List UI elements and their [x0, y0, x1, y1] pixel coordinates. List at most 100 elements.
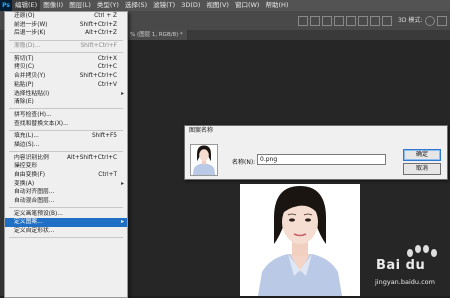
pattern-name-input[interactable]: 0.png — [257, 154, 386, 165]
menu-item-shortcut: Ctrl+T — [98, 172, 117, 178]
align-center-icon[interactable] — [310, 16, 320, 26]
edit-menu-item[interactable]: 自由变换(F) Ctrl+T — [5, 171, 127, 180]
menu-item-label: 自动对齐图层... — [14, 189, 55, 196]
menu-separator — [9, 129, 123, 131]
menu-item-label: 描边(S)... — [14, 141, 40, 148]
menu-item-label: 还原(O) — [14, 13, 35, 19]
watermark-url: jingyan.baidu.com — [375, 278, 435, 286]
menu-item-label: 查找和替换文本(X)... — [14, 120, 69, 127]
ok-button[interactable]: 确定 — [403, 149, 441, 161]
menu-item-shortcut: Alt+Ctrl+Z — [85, 30, 117, 37]
edit-menu-item[interactable]: 操控变形 — [5, 162, 127, 171]
photoshop-logo: Ps — [0, 0, 12, 11]
edit-menu-item[interactable]: 剪切(T) Ctrl+X — [5, 55, 127, 64]
menu-item-label: 渐隐(D)... — [14, 43, 41, 50]
menu-layer[interactable]: 图层(L) — [66, 0, 94, 11]
edit-menu-item[interactable]: 描边(S)... — [5, 141, 127, 150]
cancel-button[interactable]: 取消 — [403, 163, 441, 175]
align-right-icon[interactable] — [322, 16, 332, 26]
menu-item-label: 粘贴(P) — [14, 81, 34, 88]
distribute-bottom-icon[interactable] — [358, 16, 368, 26]
edit-menu-item[interactable]: 粘贴(P) Ctrl+V — [5, 81, 127, 90]
portrait-photo — [240, 184, 360, 296]
menu-item-label: 定义画笔预设(B)... — [14, 210, 63, 217]
submenu-arrow-icon: ▸ — [121, 90, 124, 97]
edit-menu-item[interactable]: 定义图案... ▸ — [5, 218, 127, 228]
menu-item-label: 拼写检查(H)... — [14, 111, 52, 118]
edit-menu-item[interactable]: 选择性粘贴(I) ▸ — [5, 90, 127, 99]
menu-item-label: 定义图案... — [14, 219, 43, 226]
3d-mode-label: 3D 模式: — [398, 17, 423, 24]
menu-item-label: 剪切(T) — [14, 55, 34, 62]
edit-menu-item[interactable]: 前进一步(W) Shift+Ctrl+Z — [5, 21, 127, 30]
menu-item-label: 选择性粘贴(I) — [14, 90, 50, 97]
dialog-title: 图案名称 — [185, 126, 447, 136]
menu-item-shortcut: Shift+Ctrl+Z — [79, 21, 117, 28]
edit-menu-item[interactable]: 渐隐(D)... Shift+Ctrl+F — [5, 42, 127, 51]
edit-menu-item[interactable]: 自动对齐图层... — [5, 188, 127, 197]
menu-view[interactable]: 视图(V) — [203, 0, 232, 11]
3d-orbit-icon[interactable] — [425, 16, 435, 26]
menu-filter[interactable]: 滤镜(T) — [150, 0, 178, 11]
menu-separator — [9, 108, 123, 110]
menu-item-shortcut: Shift+F5 — [91, 133, 117, 140]
document-tab[interactable]: % (图层 1, RGB/8) * — [126, 30, 187, 40]
pattern-thumbnail — [190, 144, 218, 176]
menu-separator — [9, 151, 123, 153]
menu-item-label: 定义自定形状... — [14, 228, 55, 235]
menu-item-label: 自动混合图层... — [14, 198, 55, 205]
submenu-arrow-icon: ▸ — [121, 219, 124, 226]
menu-3d[interactable]: 3D(D) — [178, 0, 203, 11]
menu-item-label: 后退一步(K) — [14, 30, 46, 37]
menu-edit[interactable]: 编辑(E) — [12, 0, 41, 11]
edit-menu-item[interactable]: 还原(O) Ctrl + Z — [5, 12, 127, 21]
menu-item-label: 变换(A) — [14, 180, 35, 187]
menu-help[interactable]: 帮助(H) — [262, 0, 291, 11]
name-label: 名称(N): — [232, 159, 256, 166]
menu-separator — [9, 39, 123, 41]
menu-item-label: 拷贝(C) — [14, 64, 35, 71]
menu-image[interactable]: 图像(I) — [40, 0, 66, 11]
menu-item-shortcut: Ctrl+V — [97, 81, 117, 88]
edit-menu-item[interactable]: 自动混合图层... — [5, 197, 127, 206]
menu-item-shortcut: Ctrl + Z — [94, 13, 117, 19]
edit-menu-item[interactable]: 内容识别比例 Alt+Shift+Ctrl+C — [5, 154, 127, 163]
thumbnail-image — [191, 145, 217, 175]
edit-menu-item[interactable]: 拼写检查(H)... — [5, 111, 127, 120]
auto-align-icon[interactable] — [370, 16, 380, 26]
edit-menu-item[interactable]: 填充(L)... Shift+F5 — [5, 132, 127, 141]
menu-item-label: 自由变换(F) — [14, 172, 46, 178]
menu-type[interactable]: 类型(Y) — [94, 0, 122, 11]
edit-menu: 还原(O) Ctrl + Z 前进一步(W) Shift+Ctrl+Z 后退一步(K) A… — [4, 11, 128, 298]
menu-item-shortcut: Shift+Ctrl+F — [80, 43, 117, 50]
menu-item-shortcut: Ctrl+C — [97, 64, 117, 71]
menu-bar: Ps 编辑(E) 图像(I) 图层(L) 类型(Y) 选择(S) 滤镜(T) 3… — [0, 0, 450, 11]
watermark-brand: Bai du — [376, 258, 426, 273]
3d-pan-icon[interactable] — [437, 16, 447, 26]
edit-menu-item[interactable]: 清除(E) — [5, 98, 127, 107]
align-left-icon[interactable] — [298, 16, 308, 26]
menu-item-label: 内容识别比例 — [14, 154, 49, 161]
distribute-icon[interactable] — [334, 16, 344, 26]
menu-item-shortcut: Shift+Ctrl+C — [79, 73, 117, 80]
menu-item-shortcut: Ctrl+X — [97, 55, 117, 62]
menu-separator — [9, 237, 123, 239]
edit-menu-item[interactable]: 变换(A) ▸ — [5, 180, 127, 189]
edit-menu-item[interactable]: 定义自定形状... — [5, 227, 127, 236]
distribute-spacing-icon[interactable] — [382, 16, 392, 26]
menu-item-label: 合并拷贝(Y) — [14, 73, 46, 80]
edit-menu-item[interactable]: 查找和替换文本(X)... — [5, 120, 127, 129]
submenu-arrow-icon: ▸ — [121, 180, 124, 187]
menu-item-label: 前进一步(W) — [14, 21, 48, 28]
distribute-center-icon[interactable] — [346, 16, 356, 26]
edit-menu-item[interactable]: 定义画笔预设(B)... — [5, 210, 127, 219]
menu-item-label: 清除(E) — [14, 99, 34, 106]
edit-menu-item[interactable]: 合并拷贝(Y) Shift+Ctrl+C — [5, 72, 127, 81]
menu-window[interactable]: 窗口(W) — [232, 0, 263, 11]
menu-item-label: 填充(L)... — [14, 133, 39, 140]
menu-select[interactable]: 选择(S) — [122, 0, 150, 11]
edit-menu-item[interactable]: 拷贝(C) Ctrl+C — [5, 63, 127, 72]
menu-separator — [9, 52, 123, 54]
menu-item-label: 操控变形 — [14, 163, 38, 170]
edit-menu-item[interactable]: 后退一步(K) Alt+Ctrl+Z — [5, 29, 127, 38]
